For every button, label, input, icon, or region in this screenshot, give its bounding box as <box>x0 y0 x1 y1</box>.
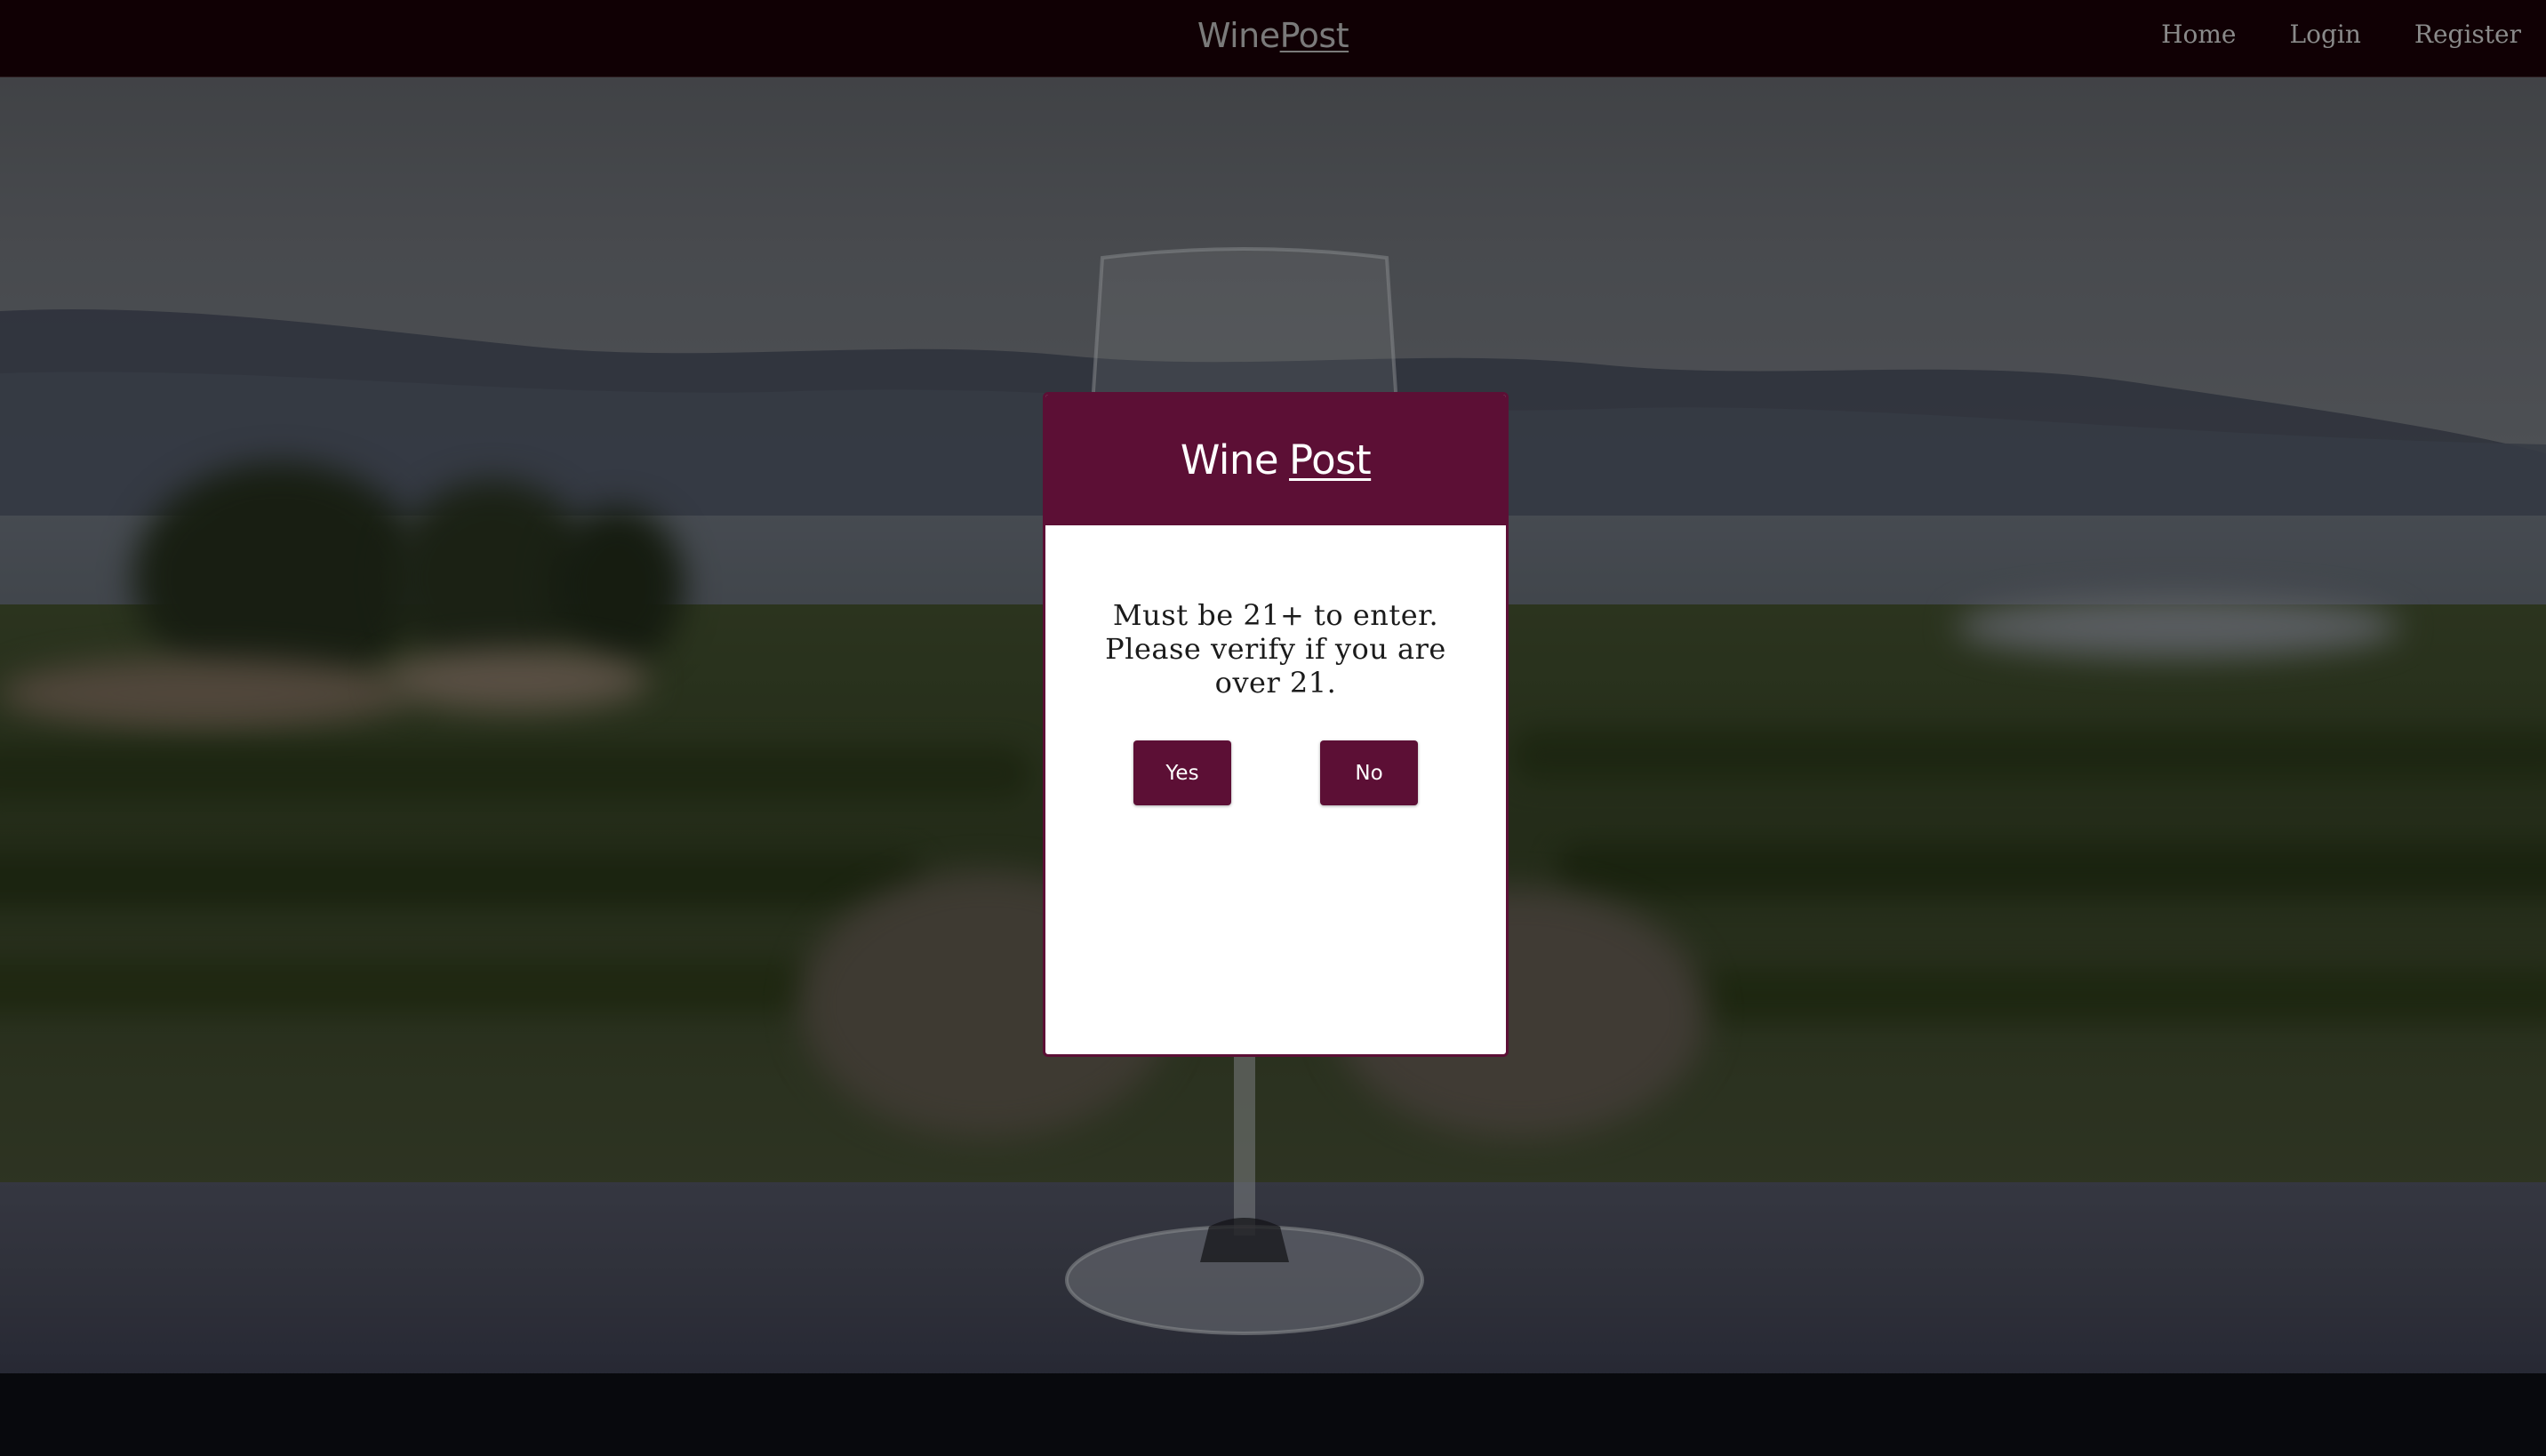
page: WinePost Home Login Register Wine Post Mu… <box>0 0 2546 1456</box>
nav-links: Home Login Register <box>2161 20 2521 49</box>
modal-body: Must be 21+ to enter. Please verify if y… <box>1045 525 1506 805</box>
yes-button[interactable]: Yes <box>1133 740 1231 805</box>
brand-post-text: Post <box>1279 16 1349 55</box>
age-verification-modal: Wine Post Must be 21+ to enter. Please ve… <box>1043 392 1509 1057</box>
modal-header: Wine Post <box>1045 395 1506 525</box>
modal-buttons: Yes No <box>1045 740 1506 805</box>
modal-title-post: Post <box>1289 436 1372 484</box>
modal-title-wine: Wine <box>1180 436 1279 484</box>
brand-wine-text: Wine <box>1197 16 1280 55</box>
top-navbar: WinePost Home Login Register <box>0 0 2546 77</box>
nav-link-home[interactable]: Home <box>2161 20 2236 49</box>
nav-link-login[interactable]: Login <box>2290 20 2361 49</box>
nav-link-register[interactable]: Register <box>2414 20 2521 49</box>
age-verification-message: Must be 21+ to enter. Please verify if y… <box>1105 598 1446 700</box>
no-button[interactable]: No <box>1320 740 1418 805</box>
